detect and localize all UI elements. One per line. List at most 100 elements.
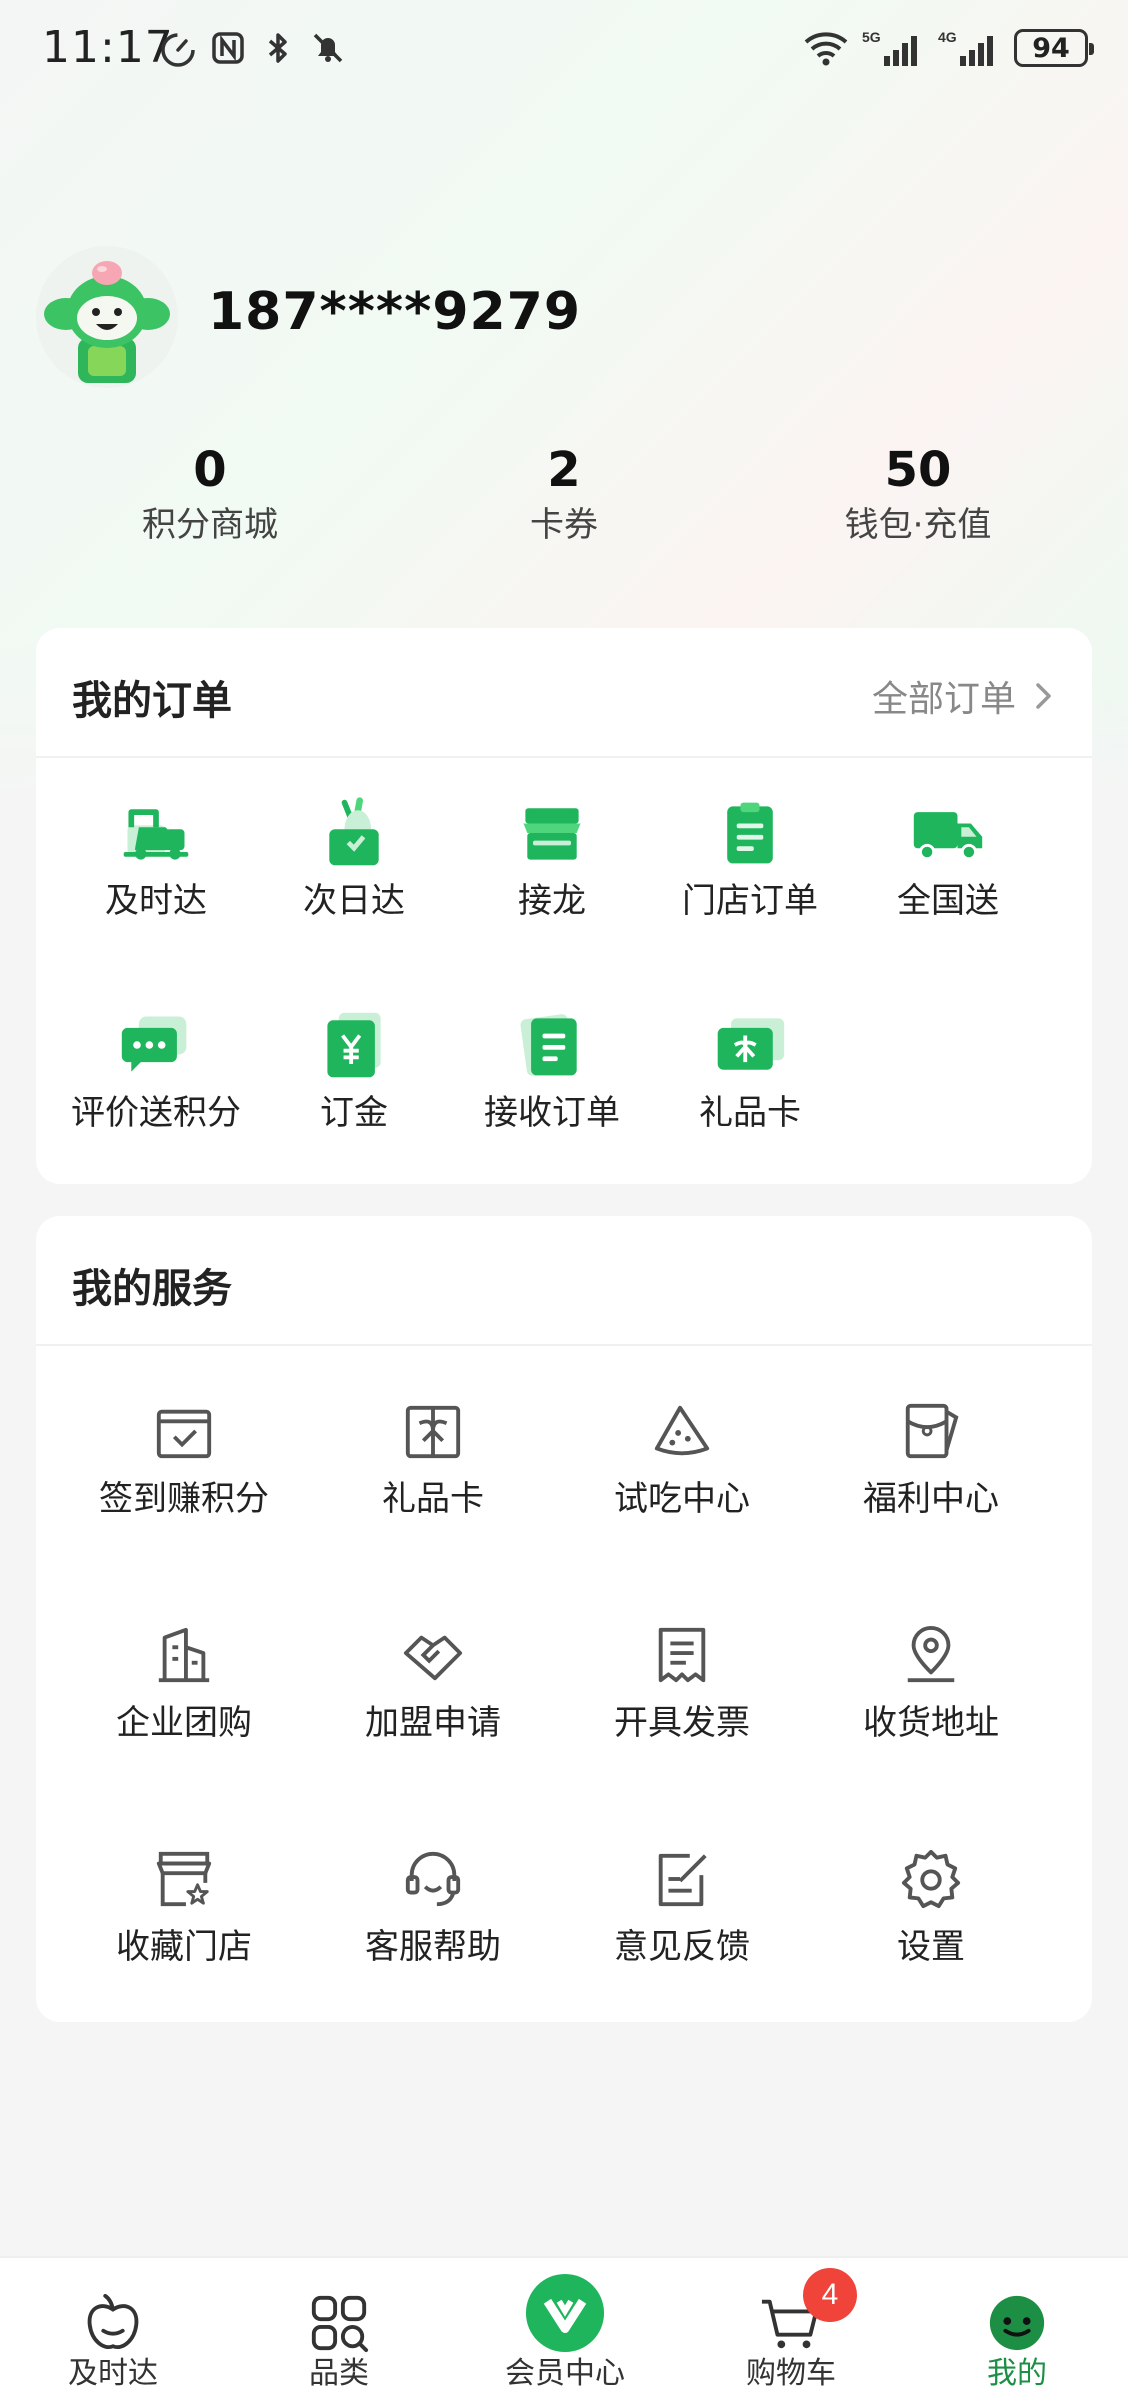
service-label: 签到赚积分 — [99, 1479, 269, 1519]
location-pin-icon — [907, 1625, 955, 1683]
stat-label: 卡券 — [530, 505, 598, 545]
order-item-label: 接龙 — [518, 881, 586, 921]
service-feedback[interactable]: 意见反馈 — [574, 1834, 790, 1970]
service-label: 设置 — [897, 1927, 965, 1967]
service-label: 福利中心 — [863, 1479, 999, 1519]
order-item-label: 礼品卡 — [699, 1093, 801, 1133]
signal-icon: 5G — [862, 29, 917, 66]
order-item-label: 门店订单 — [682, 881, 818, 921]
nav-item-cart[interactable]: 购物车 4 — [678, 2258, 904, 2400]
order-item-gift-card[interactable]: 礼品卡 — [660, 1000, 840, 1136]
comment-icon — [121, 1016, 187, 1072]
nav-item-category[interactable]: 品类 — [226, 2258, 452, 2400]
stat-value: 0 — [193, 442, 227, 498]
smile-face-icon — [989, 2295, 1045, 2351]
cart-badge: 4 — [803, 2268, 857, 2322]
service-label: 客服帮助 — [365, 1927, 501, 1967]
orders-title: 我的订单 — [72, 678, 232, 724]
stat-label: 积分商城 — [142, 505, 278, 545]
nav-item-member[interactable]: 会员中心 — [452, 2258, 678, 2400]
gear-icon — [901, 1849, 961, 1909]
service-welfare[interactable]: 福利中心 — [823, 1386, 1039, 1522]
gift-card-icon — [717, 1018, 785, 1070]
stat-value: 2 — [547, 442, 581, 498]
service-label: 加盟申请 — [365, 1703, 501, 1743]
signal-icon: 4G — [938, 29, 993, 66]
order-item-review-points[interactable]: 评价送积分 — [66, 1000, 246, 1136]
service-label: 意见反馈 — [614, 1927, 750, 1967]
service-gift-card[interactable]: 礼品卡 — [325, 1386, 541, 1522]
stat-value: 50 — [884, 442, 952, 498]
signal-5g-label: 5G — [862, 29, 881, 45]
service-label: 收藏门店 — [116, 1927, 252, 1967]
document-icon — [520, 1014, 577, 1076]
order-item-ciri[interactable]: 次日达 — [264, 788, 444, 924]
all-orders-label: 全部订单 — [871, 679, 1016, 720]
welfare-envelope-icon — [905, 1403, 959, 1459]
service-settings[interactable]: 设置 — [823, 1834, 1039, 1970]
user-phone[interactable]: 187****9279 — [208, 282, 581, 342]
bluetooth-icon — [268, 33, 287, 63]
service-tasting[interactable]: 试吃中心 — [574, 1386, 790, 1522]
services-title: 我的服务 — [72, 1266, 232, 1312]
mascot-avatar-icon — [36, 246, 178, 388]
order-item-nationwide[interactable]: 全国送 — [858, 788, 1038, 924]
service-invoice[interactable]: 开具发票 — [574, 1610, 790, 1746]
services-card: 我的服务 签到赚积分 礼品卡 试吃中心 福利中心 企业团购 加盟申请 开具发票 … — [36, 1216, 1092, 2022]
nav-label: 及时达 — [68, 2356, 158, 2391]
battery-level: 94 — [1032, 32, 1070, 64]
yuan-card-icon — [327, 1012, 381, 1078]
category-grid-icon — [311, 2295, 369, 2353]
status-bar: 11:17 5G 4G 94 — [0, 0, 1128, 100]
order-item-deposit[interactable]: 订金 — [264, 1000, 444, 1136]
order-item-label: 接收订单 — [484, 1093, 620, 1133]
service-label: 企业团购 — [116, 1703, 252, 1743]
order-item-label: 评价送积分 — [71, 1093, 241, 1133]
checkin-calendar-icon — [156, 1409, 212, 1459]
service-checkin[interactable]: 签到赚积分 — [76, 1386, 292, 1522]
status-left-icons — [158, 28, 348, 68]
order-item-receive-orders[interactable]: 接收订单 — [462, 1000, 642, 1136]
stat-points-mall[interactable]: 0 积分商城 — [60, 440, 360, 550]
member-v-icon — [525, 2273, 605, 2353]
service-label: 开具发票 — [614, 1703, 750, 1743]
gift-box-icon — [405, 1405, 461, 1459]
all-orders-link[interactable]: 全部订单 — [872, 670, 1056, 722]
nav-label: 购物车 — [746, 2356, 836, 2391]
order-item-jielong[interactable]: 接龙 — [462, 788, 642, 924]
nfc-icon — [212, 32, 244, 64]
service-enterprise[interactable]: 企业团购 — [76, 1610, 292, 1746]
nav-label: 会员中心 — [505, 2356, 625, 2391]
nav-label: 我的 — [987, 2356, 1047, 2391]
truck-icon — [913, 812, 983, 861]
nav-label: 品类 — [309, 2356, 369, 2391]
stat-coupons[interactable]: 2 卡券 — [414, 440, 714, 550]
wifi-icon — [804, 32, 848, 66]
signal-4g-label: 4G — [938, 29, 957, 45]
clipboard-icon — [727, 802, 773, 864]
service-franchise[interactable]: 加盟申请 — [325, 1610, 541, 1746]
headset-icon — [405, 1851, 461, 1907]
vegetable-bag-icon — [329, 797, 379, 866]
orders-header: 我的订单 全部订单 — [36, 628, 1092, 758]
invoice-icon — [658, 1627, 706, 1683]
order-item-label: 及时达 — [105, 881, 207, 921]
services-header: 我的服务 — [36, 1216, 1092, 1346]
order-item-label: 全国送 — [897, 881, 999, 921]
building-icon — [158, 1627, 210, 1683]
service-support[interactable]: 客服帮助 — [325, 1834, 541, 1970]
battery-icon: 94 — [1014, 29, 1094, 67]
nav-item-mine[interactable]: 我的 — [904, 2258, 1128, 2400]
chevron-right-icon — [1036, 683, 1051, 709]
service-address[interactable]: 收货地址 — [823, 1610, 1039, 1746]
service-fav-store[interactable]: 收藏门店 — [76, 1834, 292, 1970]
store-icon — [523, 808, 581, 860]
service-label: 礼品卡 — [382, 1479, 484, 1519]
order-item-store-orders[interactable]: 门店订单 — [660, 788, 840, 924]
nav-item-jishida[interactable]: 及时达 — [0, 2258, 226, 2400]
status-right-icons: 5G 4G 94 — [802, 28, 1094, 68]
order-item-jishida[interactable]: 及时达 — [66, 788, 246, 924]
stat-wallet[interactable]: 50 钱包·充值 — [768, 440, 1068, 550]
avatar[interactable] — [36, 246, 178, 388]
order-item-label: 次日达 — [303, 881, 405, 921]
